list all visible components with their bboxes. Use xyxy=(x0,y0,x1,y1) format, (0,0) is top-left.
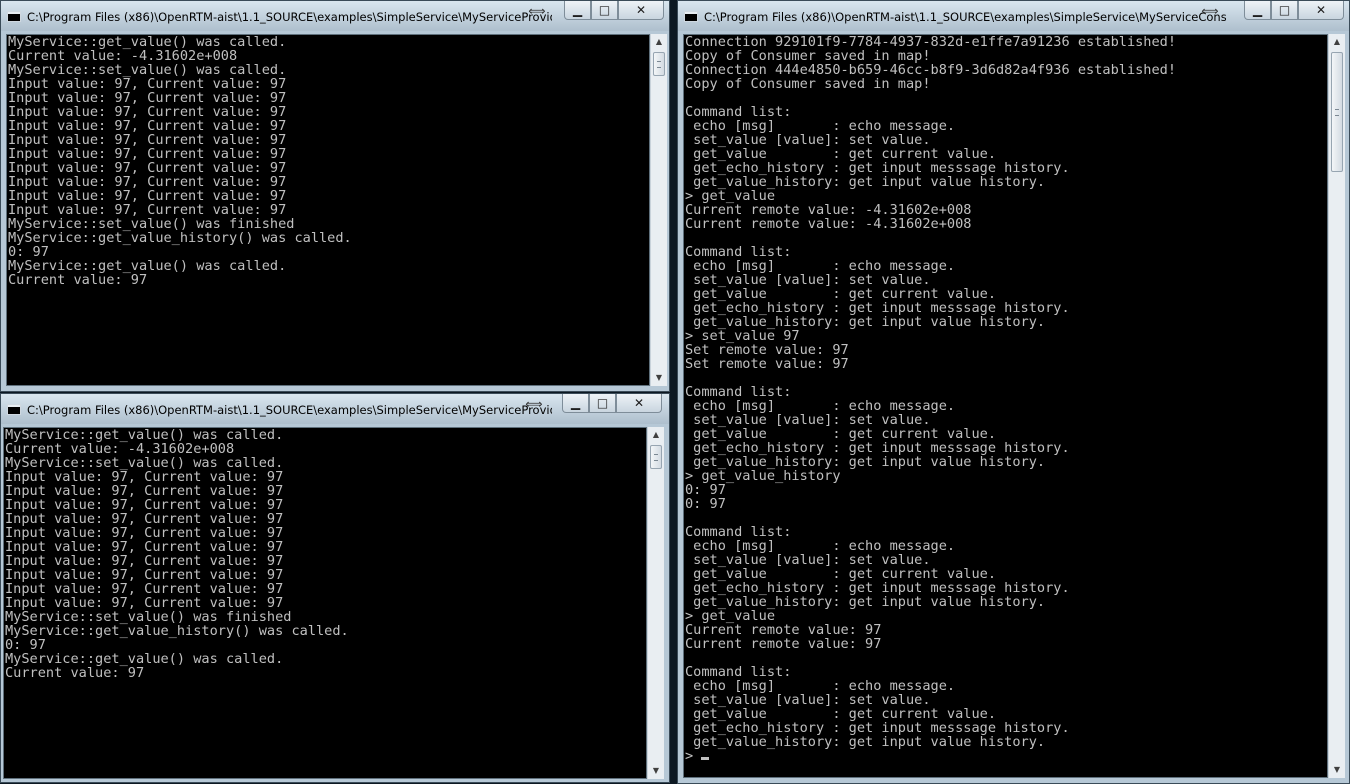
consumer-window: C:\Program Files (x86)\OpenRTM-aist\1.1_… xyxy=(677,0,1350,784)
console-output[interactable]: Connection 929101f9-7784-4937-832d-e1ffe… xyxy=(683,34,1328,778)
resize-icon: ⟺ xyxy=(528,4,546,18)
console-app-icon[interactable] xyxy=(684,11,698,22)
console-line: Current value: 97 xyxy=(8,272,148,288)
provider-window-top: C:\Program Files (x86)\OpenRTM-aist\1.1_… xyxy=(0,0,670,392)
maximize-button[interactable]: □ xyxy=(1271,1,1298,20)
minimize-button[interactable]: ▁ xyxy=(1244,1,1271,20)
resize-icon: ⟺ xyxy=(1201,4,1219,18)
scroll-up-icon[interactable]: ▲ xyxy=(651,34,667,50)
console-text: MyService::get_value() was called. Curre… xyxy=(4,428,646,680)
console-line: Copy of Consumer saved in map! xyxy=(685,76,931,92)
scroll-down-icon[interactable]: ▼ xyxy=(651,370,667,386)
console-line: Current remote value: -4.31602e+008 xyxy=(685,216,972,232)
console-app-icon[interactable] xyxy=(7,404,21,415)
scroll-thumb[interactable] xyxy=(650,445,662,469)
minimize-button[interactable]: ▁ xyxy=(564,1,591,20)
console-text: MyService::get_value() was called. Curre… xyxy=(7,35,649,287)
minimize-button[interactable]: ▁ xyxy=(562,394,589,413)
vertical-scrollbar[interactable]: ▲ ▼ xyxy=(650,34,667,386)
close-button[interactable]: ✕ xyxy=(616,394,662,413)
command-prompt[interactable]: > xyxy=(684,749,1327,763)
maximize-button[interactable]: □ xyxy=(589,394,616,413)
console-output[interactable]: MyService::get_value() was called. Curre… xyxy=(6,34,650,386)
console-line: MyService::get_value_history() was calle… xyxy=(8,230,352,246)
console-line: get_value_history: get input value histo… xyxy=(685,734,1046,750)
console-line: Set remote value: 97 xyxy=(685,356,849,372)
window-title: C:\Program Files (x86)\OpenRTM-aist\1.1_… xyxy=(704,10,1226,24)
scroll-thumb[interactable] xyxy=(1331,52,1343,172)
title-bar[interactable]: C:\Program Files (x86)\OpenRTM-aist\1.1_… xyxy=(1,1,669,31)
scroll-up-icon[interactable]: ▲ xyxy=(1329,34,1345,50)
console-line: 0: 97 xyxy=(685,496,726,512)
console-text: Connection 929101f9-7784-4937-832d-e1ffe… xyxy=(684,35,1327,749)
close-button[interactable]: ✕ xyxy=(1298,1,1344,20)
prompt-text: > xyxy=(685,748,702,764)
console-line: Current remote value: 97 xyxy=(685,636,882,652)
provider-window-bottom: C:\Program Files (x86)\OpenRTM-aist\1.1_… xyxy=(0,393,670,783)
window-title: C:\Program Files (x86)\OpenRTM-aist\1.1_… xyxy=(27,403,552,417)
text-cursor xyxy=(701,757,710,760)
vertical-scrollbar[interactable]: ▲ ▼ xyxy=(1328,34,1345,778)
resize-icon: ⟺ xyxy=(525,397,543,411)
close-button[interactable]: ✕ xyxy=(618,1,664,20)
scroll-up-icon[interactable]: ▲ xyxy=(648,427,664,443)
window-title: C:\Program Files (x86)\OpenRTM-aist\1.1_… xyxy=(27,10,552,24)
console-line: Current value: 97 xyxy=(5,665,145,681)
console-line: MyService::get_value_history() was calle… xyxy=(5,623,349,639)
scroll-down-icon[interactable]: ▼ xyxy=(1329,762,1345,778)
scroll-down-icon[interactable]: ▼ xyxy=(648,763,664,779)
scroll-thumb[interactable] xyxy=(653,52,665,76)
maximize-button[interactable]: □ xyxy=(591,1,618,20)
title-bar[interactable]: C:\Program Files (x86)\OpenRTM-aist\1.1_… xyxy=(678,1,1349,31)
console-output[interactable]: MyService::get_value() was called. Curre… xyxy=(3,427,647,779)
vertical-scrollbar[interactable]: ▲ ▼ xyxy=(647,427,664,779)
console-app-icon[interactable] xyxy=(7,11,21,22)
title-bar[interactable]: C:\Program Files (x86)\OpenRTM-aist\1.1_… xyxy=(1,394,669,424)
